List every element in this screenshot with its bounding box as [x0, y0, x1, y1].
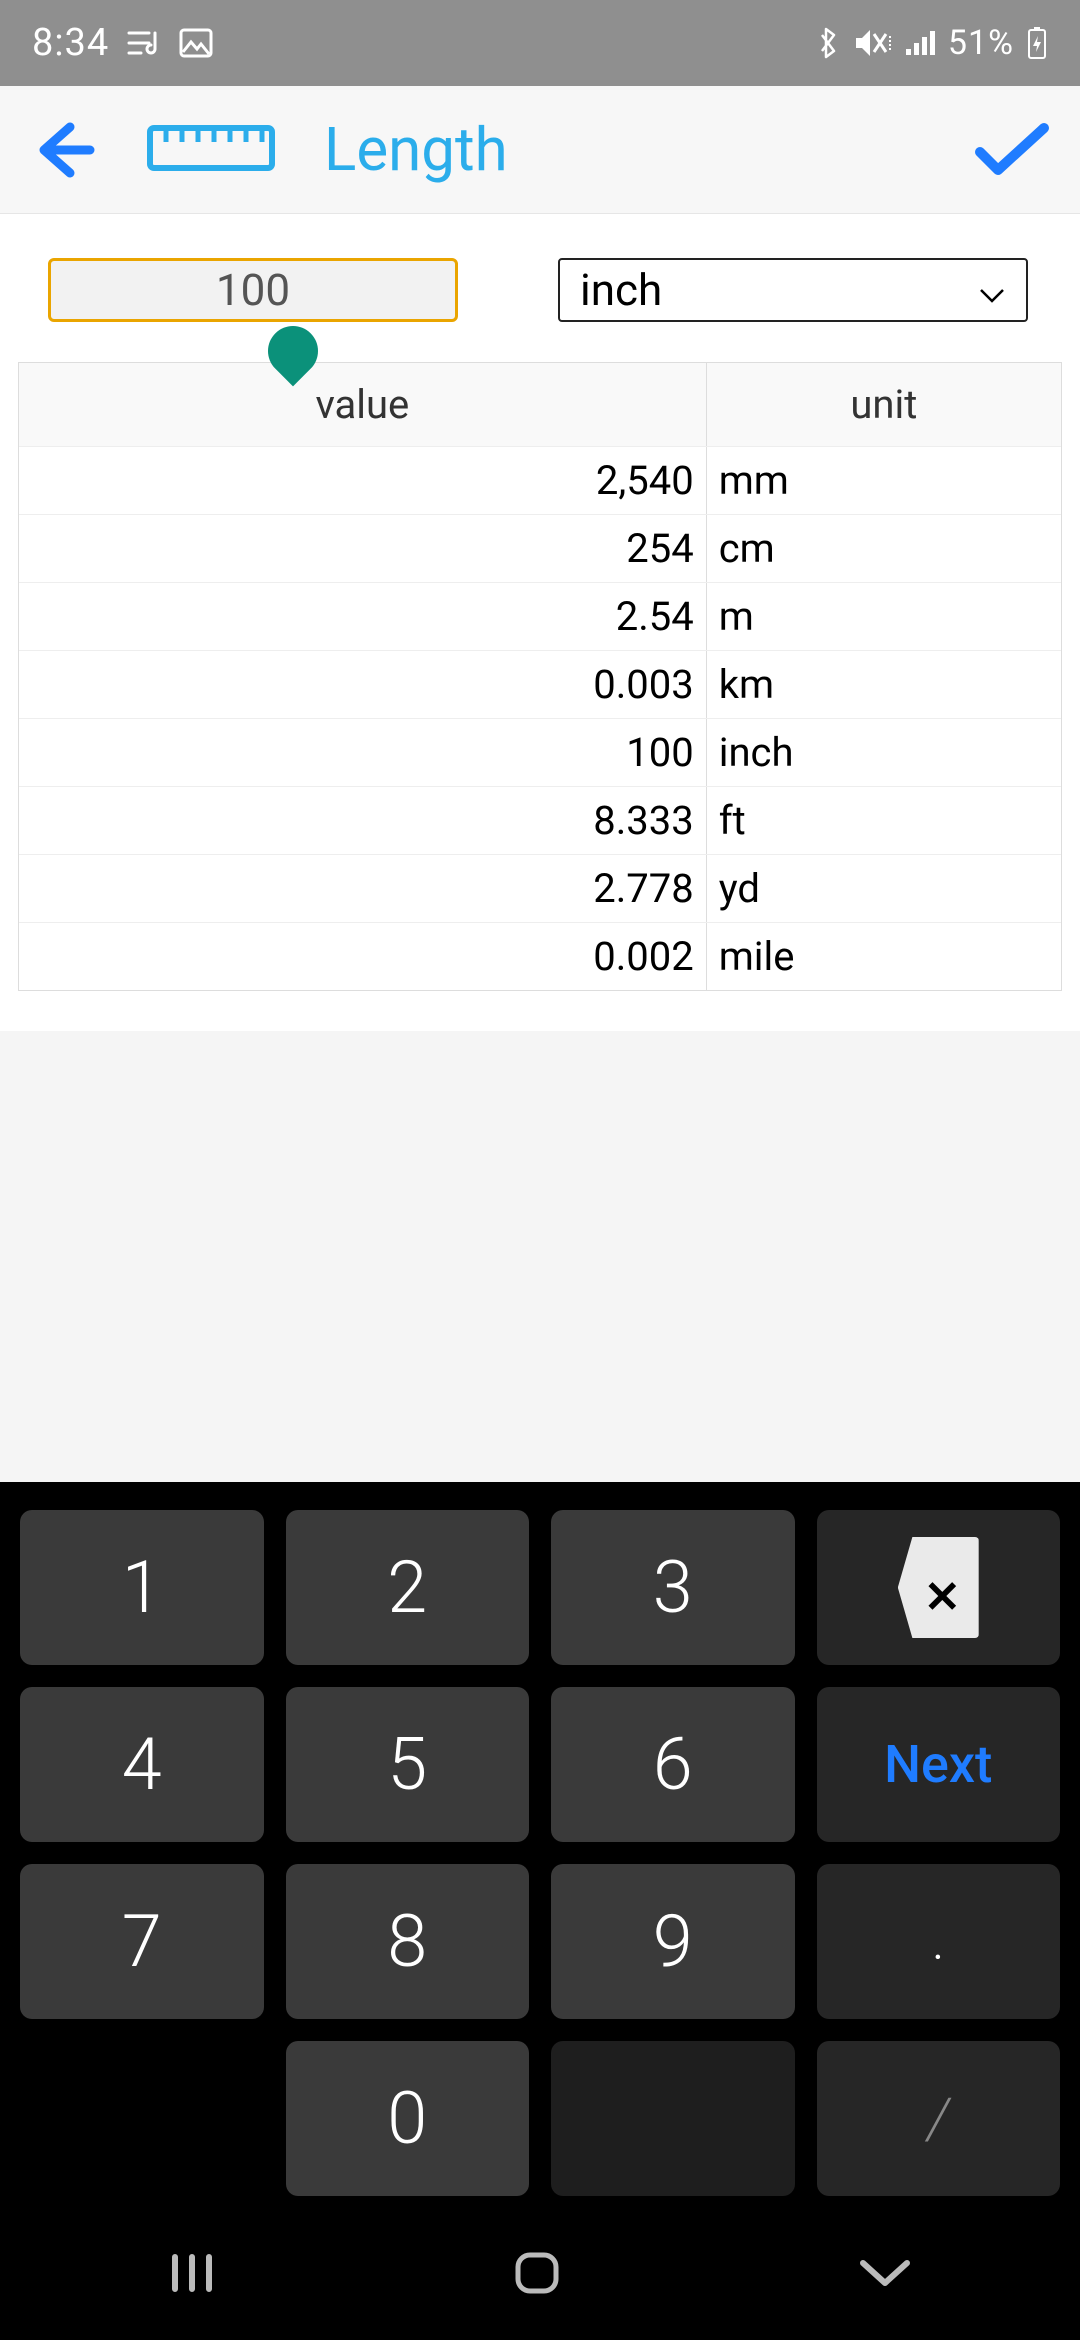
- key-6[interactable]: 6: [551, 1687, 795, 1842]
- key-4[interactable]: 4: [20, 1687, 264, 1842]
- th-value: value: [19, 363, 707, 446]
- cell-unit: m: [707, 583, 1061, 650]
- cell-value: 2.778: [19, 855, 707, 922]
- cell-unit: mm: [707, 447, 1061, 514]
- table-row[interactable]: 8.333ft: [19, 786, 1061, 854]
- cell-value: 0.002: [19, 923, 707, 990]
- cell-value: 2.54: [19, 583, 707, 650]
- table-row[interactable]: 2,540mm: [19, 446, 1061, 514]
- key-7[interactable]: 7: [20, 1864, 264, 2019]
- ruler-icon: [146, 120, 276, 180]
- nav-hide-keyboard-button[interactable]: [855, 2255, 915, 2291]
- table-header: value unit: [19, 363, 1061, 446]
- cell-unit: km: [707, 651, 1061, 718]
- key-0[interactable]: 0: [286, 2041, 530, 2196]
- unit-select-value: inch: [580, 264, 662, 316]
- cell-value: 100: [19, 719, 707, 786]
- value-input-wrap: [48, 258, 458, 322]
- mute-vibrate-icon: [852, 26, 892, 60]
- status-left: 8:34: [32, 21, 213, 65]
- cell-unit: mile: [707, 923, 1061, 990]
- image-icon: [179, 28, 213, 58]
- page-title: Length: [324, 114, 508, 185]
- value-input[interactable]: [48, 258, 458, 322]
- cell-value: 8.333: [19, 787, 707, 854]
- th-unit: unit: [707, 363, 1061, 446]
- nav-recents-button[interactable]: [165, 2251, 219, 2295]
- table-row[interactable]: 0.002mile: [19, 922, 1061, 990]
- cell-value: 254: [19, 515, 707, 582]
- app-header: Length: [0, 86, 1080, 214]
- key-backspace[interactable]: ✕: [817, 1510, 1061, 1665]
- key-next[interactable]: Next: [817, 1687, 1061, 1842]
- music-queue-icon: [127, 29, 161, 57]
- key-9[interactable]: 9: [551, 1864, 795, 2019]
- cell-unit: ft: [707, 787, 1061, 854]
- cell-unit: cm: [707, 515, 1061, 582]
- cell-value: 2,540: [19, 447, 707, 514]
- table-row[interactable]: 254cm: [19, 514, 1061, 582]
- cell-value: 0.003: [19, 651, 707, 718]
- key-2[interactable]: 2: [286, 1510, 530, 1665]
- conversion-table: value unit 2,540mm254cm2.54m0.003km100in…: [18, 362, 1062, 991]
- table-row[interactable]: 2.54m: [19, 582, 1061, 650]
- nav-home-button[interactable]: [510, 2249, 564, 2297]
- key-5[interactable]: 5: [286, 1687, 530, 1842]
- table-row[interactable]: 100inch: [19, 718, 1061, 786]
- key-dot[interactable]: .: [817, 1864, 1061, 2019]
- android-navbar: [20, 2218, 1060, 2328]
- table-row[interactable]: 2.778yd: [19, 854, 1061, 922]
- cell-unit: yd: [707, 855, 1061, 922]
- table-row[interactable]: 0.003km: [19, 650, 1061, 718]
- numeric-keyboard: 1 2 3 ✕ 4 5 6 Next 7 8 9 . 0 /: [0, 1482, 1080, 2340]
- confirm-button[interactable]: [972, 120, 1052, 180]
- chevron-down-icon: [978, 264, 1006, 316]
- status-bar: 8:34 51%: [0, 0, 1080, 86]
- key-3[interactable]: 3: [551, 1510, 795, 1665]
- title-area: Length: [146, 114, 508, 185]
- key-slash[interactable]: /: [817, 2041, 1061, 2196]
- battery-charging-icon: [1026, 26, 1048, 60]
- key-1[interactable]: 1: [20, 1510, 264, 1665]
- back-button[interactable]: [28, 115, 98, 185]
- status-battery-text: 51%: [948, 23, 1014, 63]
- status-right: 51%: [816, 23, 1048, 63]
- bluetooth-icon: [816, 26, 840, 60]
- backspace-icon: ✕: [898, 1537, 979, 1638]
- signal-icon: [904, 29, 936, 57]
- status-time: 8:34: [32, 21, 109, 65]
- key-empty: [551, 2041, 795, 2196]
- key-8[interactable]: 8: [286, 1864, 530, 2019]
- unit-select[interactable]: inch: [558, 258, 1028, 322]
- input-row: inch: [0, 214, 1080, 362]
- cell-unit: inch: [707, 719, 1061, 786]
